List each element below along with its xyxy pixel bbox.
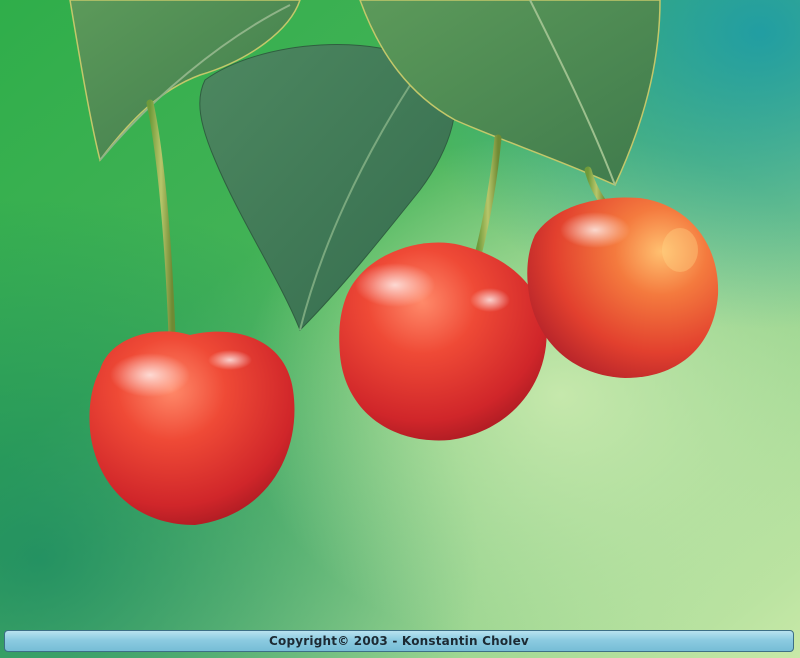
cherries-photo (0, 0, 800, 658)
copyright-bar: Copyright© 2003 - Konstantin Cholev (4, 630, 794, 652)
copyright-text: Copyright© 2003 - Konstantin Cholev (269, 634, 529, 648)
